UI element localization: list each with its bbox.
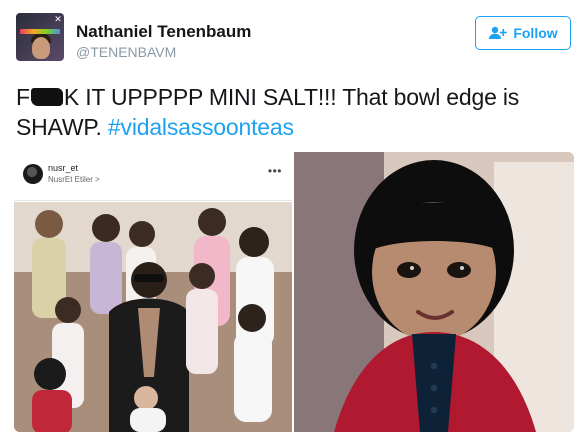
instagram-subtitle: NusrEt Etiler > <box>48 175 100 184</box>
author-avatar[interactable]: ✕ <box>16 13 64 61</box>
author-name[interactable]: Nathaniel Tenenbaum <box>76 22 251 42</box>
instagram-avatar <box>23 164 43 184</box>
avatar-corner-icon: ✕ <box>54 14 62 24</box>
media-right-image[interactable] <box>294 152 574 432</box>
more-dots-icon: ••• <box>267 164 282 178</box>
instagram-header: nusr_et NusrEt Etiler > ••• <box>14 152 292 201</box>
tweet-text-part1: F <box>16 84 30 110</box>
add-person-icon <box>489 26 508 39</box>
group-photo <box>14 202 292 432</box>
media-container[interactable]: nusr_et NusrEt Etiler > ••• <box>14 152 574 432</box>
follow-button[interactable]: Follow <box>475 16 571 50</box>
censor-blot <box>30 88 63 106</box>
child-closeup-illustration <box>294 152 574 432</box>
follow-label: Follow <box>513 25 558 41</box>
media-left-image[interactable]: nusr_et NusrEt Etiler > ••• <box>14 152 292 432</box>
hashtag-link[interactable]: #vidalsassoonteas <box>108 114 294 140</box>
instagram-username: nusr_et <box>48 163 79 173</box>
group-photo-illustration <box>14 202 292 432</box>
author-handle[interactable]: @TENENBAVM <box>76 44 176 60</box>
tweet-text: FK IT UPPPPP MINI SALT!!! That bowl edge… <box>16 82 576 142</box>
avatar-face <box>32 37 50 59</box>
